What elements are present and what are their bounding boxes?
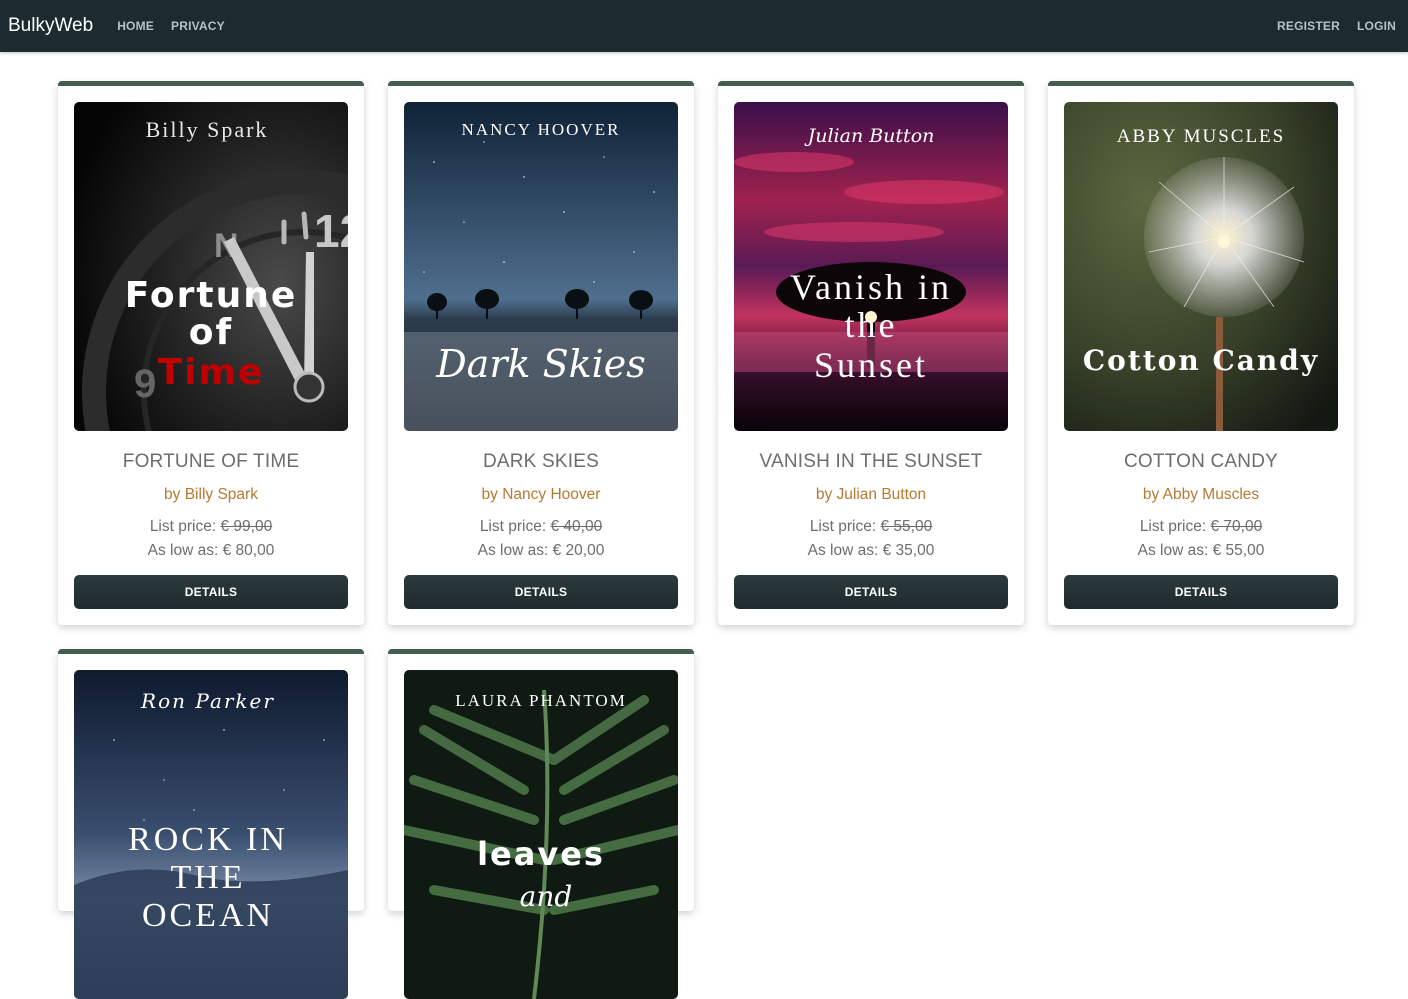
low-price-value: € 80,00 xyxy=(222,542,275,559)
product-cover-image[interactable]: NANCY HOOVER Dark Skies xyxy=(404,102,678,431)
product-low-price: As low as: € 20,00 xyxy=(388,542,694,560)
nav-account-links: REGISTER LOGIN xyxy=(1260,19,1408,33)
details-button[interactable]: DETAILS xyxy=(1064,575,1338,609)
cover-author: ABBY MUSCLES xyxy=(1117,126,1285,147)
list-price-label: List price: xyxy=(809,518,877,535)
product-card: Ron Parker ROCK IN THE OCEAN xyxy=(58,649,364,999)
low-price-label: As low as: xyxy=(807,542,879,559)
product-author: by Julian Button xyxy=(815,486,927,503)
cover-fortune-of-time: 12 N 9 Billy Spark Fortune of Time xyxy=(74,102,348,431)
brand-logo[interactable]: BulkyWeb xyxy=(8,15,93,37)
low-price-label: As low as: xyxy=(477,542,549,559)
product-card: NANCY HOOVER Dark Skies DARK SKIES by Na… xyxy=(388,81,694,625)
product-title: DARK SKIES xyxy=(482,451,600,472)
list-price-value: € 55,00 xyxy=(880,518,933,535)
nav-register-link[interactable]: REGISTER xyxy=(1277,19,1340,33)
product-list-price: List price: € 55,00 xyxy=(718,518,1024,536)
cover-title-line: ROCK IN xyxy=(128,821,288,858)
nav-login-link[interactable]: LOGIN xyxy=(1357,19,1396,33)
product-card: Julian Button Vanish in the Sunset VANIS… xyxy=(718,81,1024,625)
details-button[interactable]: DETAILS xyxy=(734,575,1008,609)
product-low-price: As low as: € 55,00 xyxy=(1048,542,1354,560)
cover-title-line: Vanish in xyxy=(790,267,952,307)
cover-rock-in-the-ocean: Ron Parker ROCK IN THE OCEAN xyxy=(74,670,348,999)
product-cover-image[interactable]: 12 N 9 Billy Spark Fortune of Time xyxy=(74,102,348,431)
cover-title-line: THE xyxy=(170,859,245,896)
product-card: LAURA PHANTOM leaves and xyxy=(388,649,694,999)
product-cover-image[interactable]: ABBY MUSCLES Cotton Candy xyxy=(1064,102,1338,431)
cover-title-line: and xyxy=(520,880,573,913)
product-author: by Billy Spark xyxy=(164,486,258,503)
details-button[interactable]: DETAILS xyxy=(74,575,348,609)
cover-author: LAURA PHANTOM xyxy=(455,691,627,710)
product-cover-image[interactable]: LAURA PHANTOM leaves and xyxy=(404,670,678,999)
product-list-price: List price: € 40,00 xyxy=(388,518,694,536)
product-card: 12 N 9 Billy Spark Fortune of Time FORTU… xyxy=(58,81,364,625)
product-card: ABBY MUSCLES Cotton Candy COTTON CANDY b… xyxy=(1048,81,1354,625)
list-price-label: List price: xyxy=(479,518,547,535)
low-price-value: € 35,00 xyxy=(882,542,935,559)
list-price-label: List price: xyxy=(149,518,217,535)
cover-author: Julian Button xyxy=(804,125,935,147)
svg-text:9: 9 xyxy=(134,362,156,406)
list-price-value: € 99,00 xyxy=(220,518,273,535)
cover-title-line: of xyxy=(189,312,233,353)
product-cover-image[interactable]: Julian Button Vanish in the Sunset xyxy=(734,102,1008,431)
product-title: FORTUNE OF TIME xyxy=(122,451,300,472)
product-title: VANISH IN THE SUNSET xyxy=(759,451,983,472)
cover-vanish-in-the-sunset: Julian Button Vanish in the Sunset xyxy=(734,102,1008,431)
cover-leaves-and: LAURA PHANTOM leaves and xyxy=(404,670,678,999)
cover-author: Ron Parker xyxy=(140,689,275,713)
low-price-label: As low as: xyxy=(147,542,219,559)
cover-title-line: leaves xyxy=(477,835,605,873)
details-button[interactable]: DETAILS xyxy=(404,575,678,609)
low-price-value: € 20,00 xyxy=(552,542,605,559)
cover-author: NANCY HOOVER xyxy=(462,120,621,139)
product-low-price: As low as: € 35,00 xyxy=(718,542,1024,560)
list-price-value: € 70,00 xyxy=(1210,518,1263,535)
product-author: by Abby Muscles xyxy=(1142,486,1260,503)
product-list-price: List price: € 70,00 xyxy=(1048,518,1354,536)
cover-title-line: the xyxy=(845,305,898,345)
nav-privacy-link[interactable]: PRIVACY xyxy=(171,19,225,33)
cover-title-line: Sunset xyxy=(814,345,928,385)
product-cover-image[interactable]: Ron Parker ROCK IN THE OCEAN xyxy=(74,670,348,999)
cover-title-line: Time xyxy=(158,352,265,393)
svg-text:12: 12 xyxy=(314,205,348,257)
cover-title-line: Dark Skies xyxy=(435,342,646,386)
product-title: COTTON CANDY xyxy=(1123,451,1279,472)
product-low-price: As low as: € 80,00 xyxy=(58,542,364,560)
navbar: BulkyWeb HOME PRIVACY REGISTER LOGIN xyxy=(0,0,1408,52)
cover-cotton-candy: ABBY MUSCLES Cotton Candy xyxy=(1064,102,1338,431)
product-author: by Nancy Hoover xyxy=(481,486,601,503)
low-price-label: As low as: xyxy=(1137,542,1209,559)
low-price-value: € 55,00 xyxy=(1212,542,1265,559)
cover-title-line: Fortune xyxy=(125,275,298,316)
cover-author: Billy Spark xyxy=(146,117,269,142)
list-price-label: List price: xyxy=(1139,518,1207,535)
cover-dark-skies: NANCY HOOVER Dark Skies xyxy=(404,102,678,431)
list-price-value: € 40,00 xyxy=(550,518,603,535)
cover-title-line: Cotton Candy xyxy=(1083,344,1319,377)
product-list-price: List price: € 99,00 xyxy=(58,518,364,536)
nav-home-link[interactable]: HOME xyxy=(117,19,154,33)
cover-title-line: OCEAN xyxy=(142,897,274,934)
